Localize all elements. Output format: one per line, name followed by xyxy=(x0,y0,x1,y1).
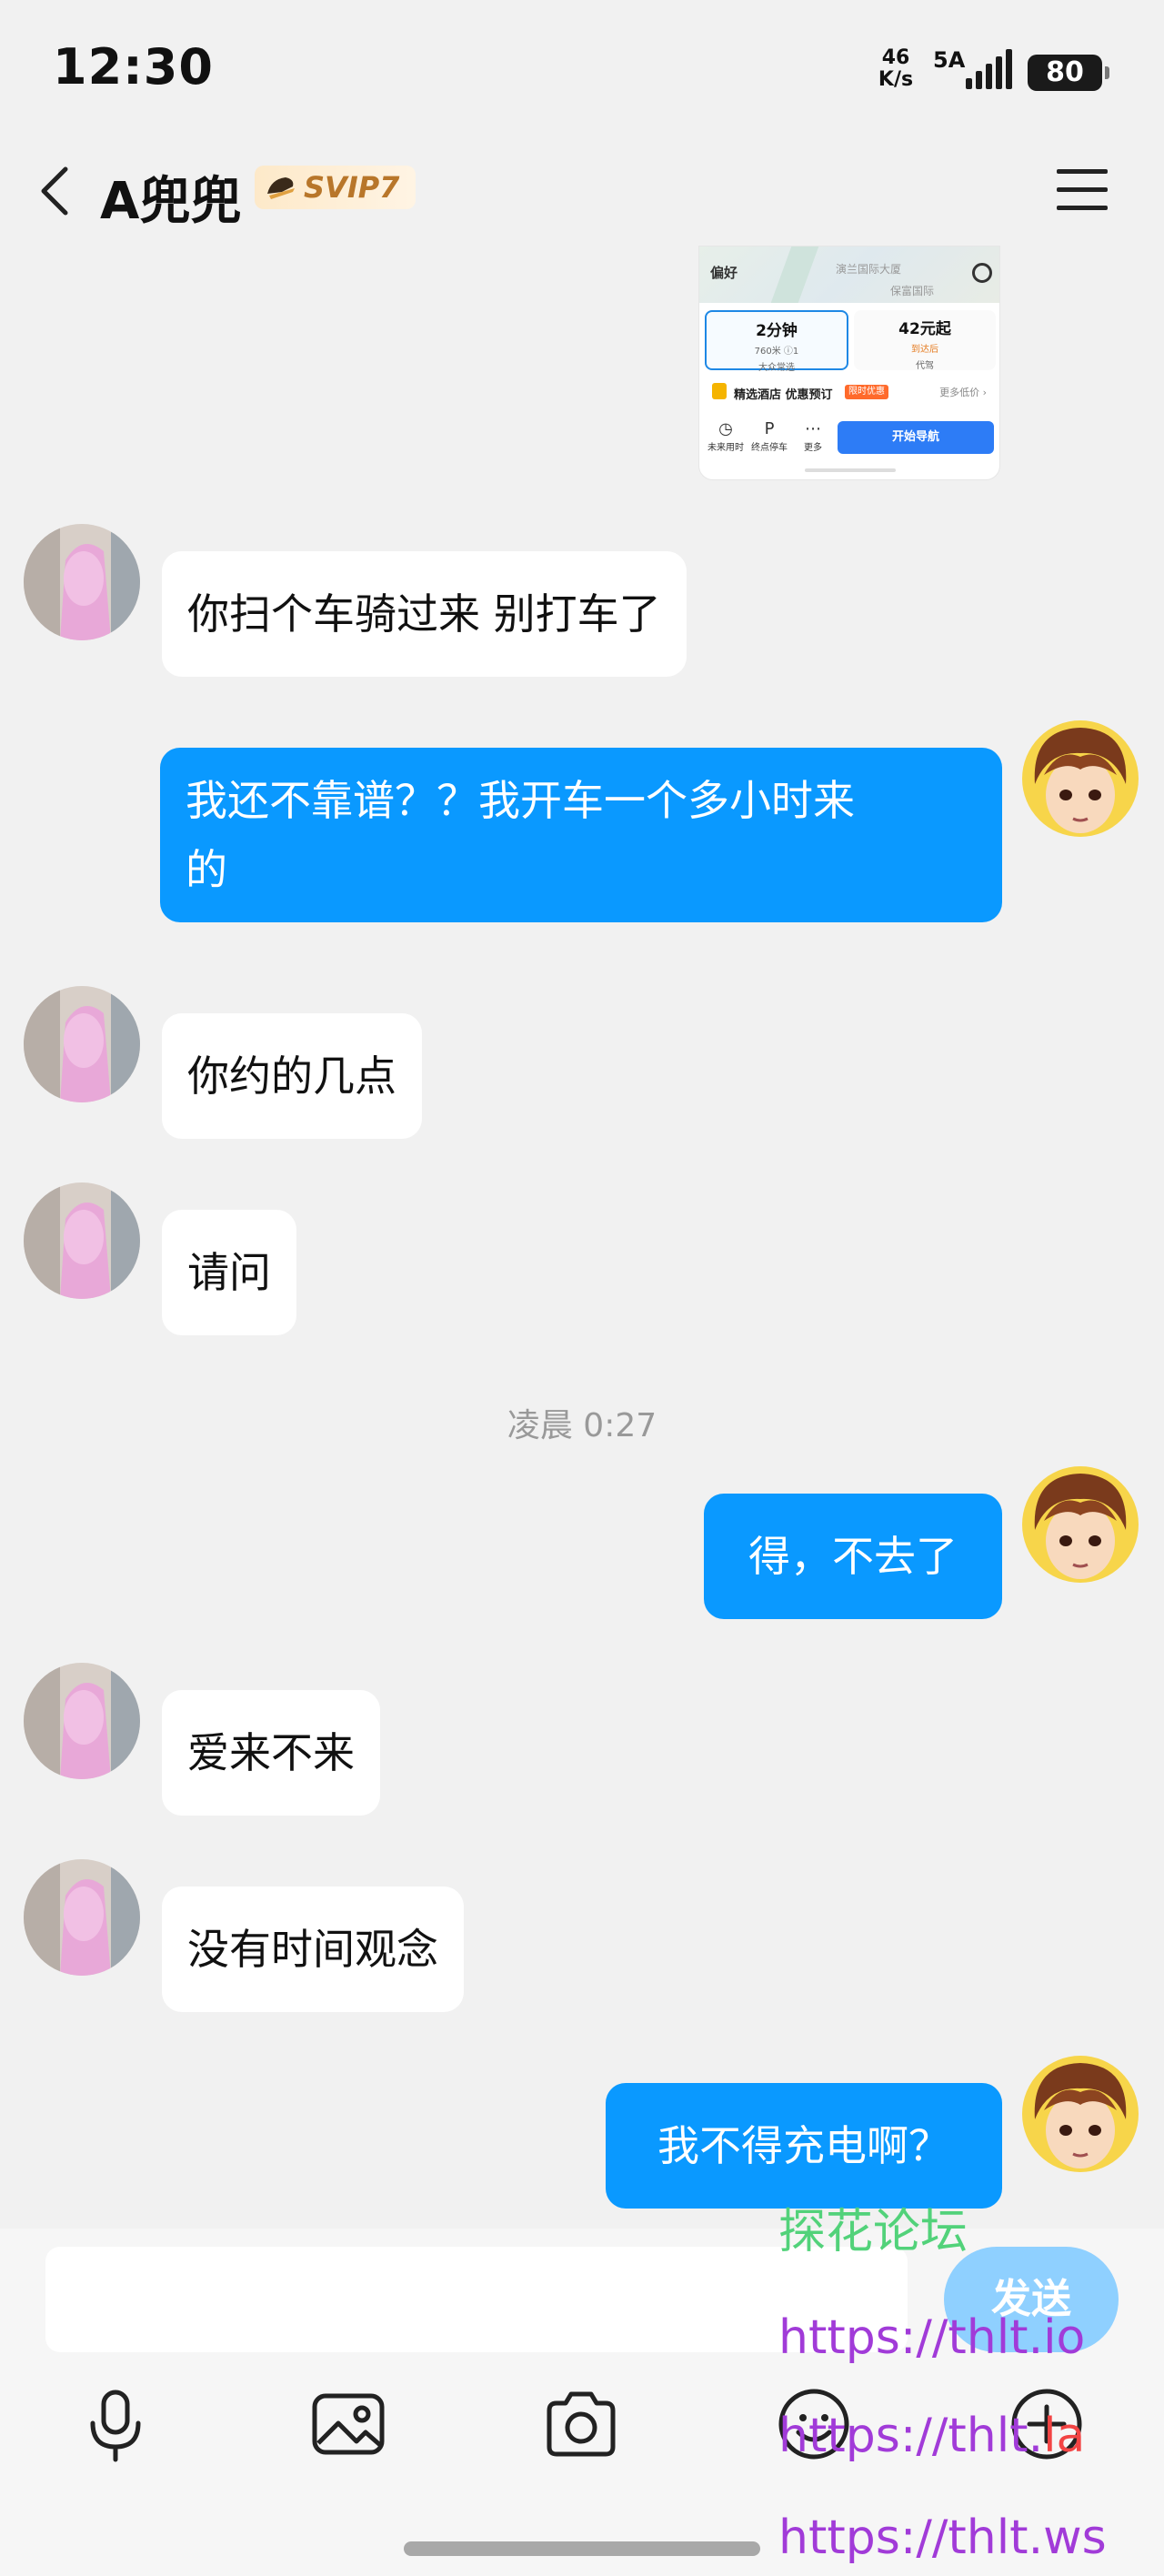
network-type: 5A xyxy=(933,47,966,73)
contact-avatar[interactable] xyxy=(24,1859,140,1976)
message-bubble-outgoing[interactable]: 我不得充电啊？ xyxy=(606,2083,1002,2209)
map-poi-label: 保富国际 xyxy=(890,285,935,297)
home-indicator[interactable] xyxy=(404,2541,760,2556)
map-preview: 偏好 演兰国际大厦 保富国际 xyxy=(699,247,999,303)
parking-icon: P 终点停车 xyxy=(751,419,788,453)
contact-name[interactable]: A兜兜 xyxy=(100,160,241,234)
network-speed-unit: K/s xyxy=(878,68,914,91)
microphone-icon[interactable] xyxy=(75,2383,156,2465)
message-bubble-incoming[interactable]: 你扫个车骑过来 别打车了 xyxy=(162,551,687,677)
svip-badge-label: SVIP7 xyxy=(304,170,400,205)
message-bubble-outgoing[interactable]: 我还不靠谱？？我开车一个多小时来 的 xyxy=(160,748,1002,922)
contact-avatar[interactable] xyxy=(24,1663,140,1779)
route-option-driver: 42元起 到达后 代驾 xyxy=(854,310,996,371)
nav-tools: ◷ 未来用时 P 终点停车 ⋯ 更多 xyxy=(705,419,832,461)
hotel-promo-row: 精选酒店 优惠预订 限时优惠 更多低价 › xyxy=(705,379,996,407)
more-icon: ⋯ 更多 xyxy=(804,419,822,453)
route-option-walk: 2分钟 760米 ⓘ1 大众常选 xyxy=(705,310,848,373)
message-bubble-incoming[interactable]: 你约的几点 xyxy=(162,1013,422,1139)
user-avatar[interactable] xyxy=(1022,2056,1139,2172)
watermark-text: 探花论坛 xyxy=(778,2205,968,2259)
user-avatar[interactable] xyxy=(1022,720,1139,837)
map-preference-label: 偏好 xyxy=(710,265,738,281)
user-avatar[interactable] xyxy=(1022,1466,1139,1583)
message-line: 我还不靠谱？？我开车一个多小时来 xyxy=(186,776,855,825)
status-time: 12:30 xyxy=(53,38,214,96)
chat-area[interactable]: 偏好 演兰国际大厦 保富国际 2分钟 760米 ⓘ1 大众常选 42元起 到达后… xyxy=(0,246,1164,2229)
map-navigation-card[interactable]: 偏好 演兰国际大厦 保富国际 2分钟 760米 ⓘ1 大众常选 42元起 到达后… xyxy=(698,246,1000,480)
time-divider: 凌晨 0:27 xyxy=(507,1407,657,1444)
svip-badge: SVIP7 xyxy=(255,166,416,209)
chat-header: A兜兜 SVIP7 xyxy=(0,136,1164,246)
message-bubble-incoming[interactable]: 爱来不来 xyxy=(162,1690,380,1816)
locate-icon xyxy=(972,263,992,283)
battery-icon: 80 xyxy=(1028,55,1109,91)
message-bubble-outgoing[interactable]: 得，不去了 xyxy=(704,1494,1002,1619)
image-icon[interactable] xyxy=(307,2383,389,2465)
contact-avatar[interactable] xyxy=(24,986,140,1102)
message-line: 的 xyxy=(186,845,227,894)
menu-icon[interactable] xyxy=(1055,164,1109,215)
message-bubble-incoming[interactable]: 请问 xyxy=(162,1210,296,1335)
map-poi-label: 演兰国际大厦 xyxy=(836,263,902,276)
svip-cap-icon xyxy=(267,177,295,199)
start-navigation-button: 开始导航 xyxy=(838,421,994,454)
signal-icon xyxy=(966,49,1012,89)
clock-icon: ◷ 未来用时 xyxy=(707,419,744,453)
watermark-url: https://thlt.ws xyxy=(778,2511,1107,2565)
status-bar: 12:30 46 K/s 5A 80 xyxy=(0,0,1164,136)
message-bubble-incoming[interactable]: 没有时间观念 xyxy=(162,1887,464,2012)
back-arrow-icon[interactable] xyxy=(33,162,84,220)
contact-avatar[interactable] xyxy=(24,1182,140,1299)
contact-avatar[interactable] xyxy=(24,524,140,640)
hotel-icon xyxy=(712,383,727,399)
network-speed-value: 46 xyxy=(881,46,910,69)
watermark-url: https://thlt.io xyxy=(778,2310,1086,2365)
watermark-url: https://thlt.la xyxy=(778,2409,1086,2463)
camera-icon[interactable] xyxy=(540,2383,622,2465)
network-speed: 46 K/s xyxy=(873,47,918,91)
